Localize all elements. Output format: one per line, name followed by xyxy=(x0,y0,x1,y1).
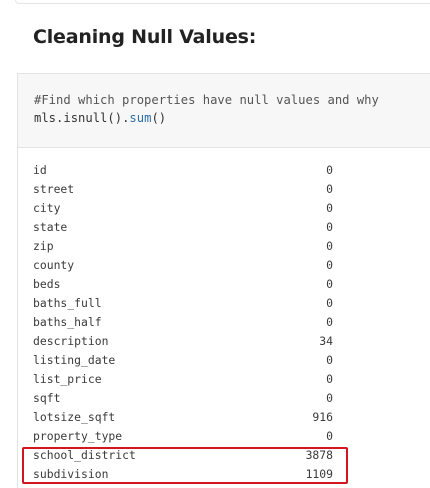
output-row: county 0 xyxy=(33,256,333,275)
output-value: 0 xyxy=(326,220,333,234)
output-row: property_type 0 xyxy=(33,427,333,446)
output-value: 916 xyxy=(312,410,333,424)
code-isnull: isnull xyxy=(63,111,108,125)
code-statement: mls.isnull().sum() xyxy=(34,111,166,125)
output-row: state 0 xyxy=(33,218,333,237)
output-row: id 0 xyxy=(33,161,333,180)
output-row: list_price 0 xyxy=(33,370,333,389)
output-key: list_price xyxy=(33,372,102,386)
output-cell: id 0 street 0 city 0 state 0 zip 0 county 0 be… xyxy=(17,148,430,488)
output-value: 0 xyxy=(326,353,333,367)
code-cell[interactable]: #Find which properties have null values … xyxy=(17,73,430,148)
section-heading: Cleaning Null Values: xyxy=(33,26,257,48)
output-row: sqft 0 xyxy=(33,389,333,408)
previous-cell-edge xyxy=(15,0,430,4)
output-value: 0 xyxy=(326,429,333,443)
output-key: id xyxy=(33,163,47,177)
output-key: description xyxy=(33,334,109,348)
output-value: 0 xyxy=(326,296,333,310)
output-value: 0 xyxy=(326,372,333,386)
output-row: beds 0 xyxy=(33,275,333,294)
output-row: street 0 xyxy=(33,180,333,199)
output-row: baths_full 0 xyxy=(33,294,333,313)
output-value: 0 xyxy=(326,277,333,291)
output-key: zip xyxy=(33,239,54,253)
output-row: lotsize_sqft 916 xyxy=(33,408,333,427)
output-value: 0 xyxy=(326,239,333,253)
output-key: beds xyxy=(33,277,61,291)
output-row: listing_date 0 xyxy=(33,351,333,370)
output-value: 0 xyxy=(326,201,333,215)
output-key: lotsize_sqft xyxy=(33,410,116,424)
code-sum: sum xyxy=(129,111,152,125)
output-key: listing_date xyxy=(33,353,116,367)
output-key: property_type xyxy=(33,429,123,443)
output-value: 34 xyxy=(319,334,333,348)
output-key: baths_half xyxy=(33,315,102,329)
output-key: street xyxy=(33,182,75,196)
output-key: baths_full xyxy=(33,296,102,310)
output-key: state xyxy=(33,220,68,234)
output-row: baths_half 0 xyxy=(33,313,333,332)
output-key: city xyxy=(33,201,61,215)
output-value: 0 xyxy=(326,182,333,196)
output-row: city 0 xyxy=(33,199,333,218)
comment-text: #Find which properties have null values … xyxy=(34,93,379,107)
output-key: sqft xyxy=(33,391,61,405)
output-value: 0 xyxy=(326,163,333,177)
highlight-annotation-box xyxy=(22,447,348,484)
output-key: county xyxy=(33,258,75,272)
output-value: 0 xyxy=(326,315,333,329)
output-value: 0 xyxy=(326,391,333,405)
code-comment: #Find which properties have null values … xyxy=(34,93,379,107)
output-row: zip 0 xyxy=(33,237,333,256)
code-call: () xyxy=(107,111,123,125)
output-value: 0 xyxy=(326,258,333,272)
code-call-2: () xyxy=(151,111,167,125)
code-object: mls xyxy=(34,111,57,125)
output-row: description 34 xyxy=(33,332,333,351)
